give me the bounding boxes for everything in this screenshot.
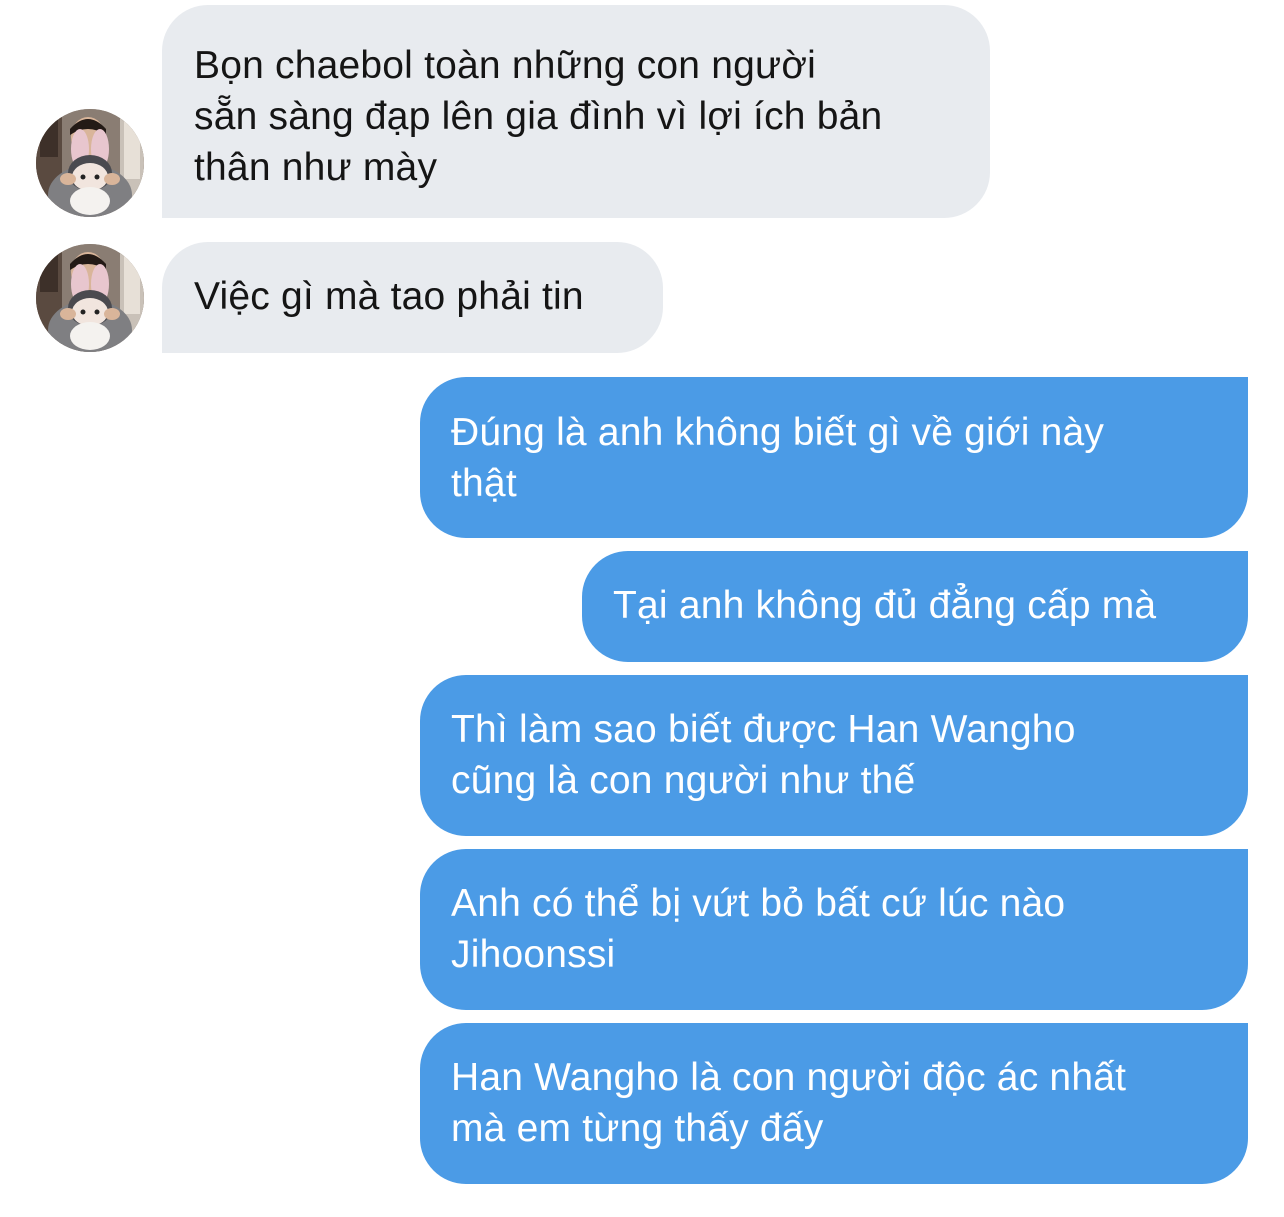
- message-text-line: sẵn sàng đạp lên gia đình vì lợi ích bản: [194, 95, 883, 138]
- message-bubble-outgoing[interactable]: Anh có thể bị vứt bỏ bất cứ lúc nào Jiho…: [420, 849, 1248, 1010]
- message-text-line: Anh có thể bị vứt bỏ bất cứ lúc nào: [451, 882, 1066, 925]
- message-text-line: thân như mày: [194, 146, 438, 189]
- message-text-line: Việc gì mà tao phải tin: [194, 275, 584, 318]
- message-text-line: cũng là con người như thế: [451, 759, 916, 802]
- message-bubble-outgoing[interactable]: Tại anh không đủ đẳng cấp mà: [582, 551, 1248, 662]
- message-bubble-incoming[interactable]: Việc gì mà tao phải tin: [162, 242, 663, 353]
- message-bubble-outgoing[interactable]: Han Wangho là con người độc ác nhất mà e…: [420, 1023, 1248, 1184]
- message-bubble-outgoing[interactable]: Thì làm sao biết được Han Wangho cũng là…: [420, 675, 1248, 836]
- message-text-line: Thì làm sao biết được Han Wangho: [451, 708, 1076, 751]
- message-text-line: Han Wangho là con người độc ác nhất: [451, 1056, 1127, 1099]
- message-text-line: thật: [451, 462, 517, 505]
- avatar-photo-icon: [36, 109, 144, 217]
- message-bubble-incoming[interactable]: Bọn chaebol toàn những con người sẵn sàn…: [162, 5, 990, 218]
- message-text-line: Bọn chaebol toàn những con người: [194, 44, 816, 87]
- avatar-photo-icon: [36, 244, 144, 352]
- message-bubble-outgoing[interactable]: Đúng là anh không biết gì về giới này th…: [420, 377, 1248, 538]
- avatar-icon[interactable]: [36, 109, 144, 217]
- message-text-line: Tại anh không đủ đẳng cấp mà: [613, 584, 1157, 627]
- message-text-line: Jihoonssi: [451, 933, 616, 976]
- message-text-line: Đúng là anh không biết gì về giới này: [451, 411, 1105, 454]
- message-text-line: mà em từng thấy đấy: [451, 1107, 824, 1150]
- avatar-icon[interactable]: [36, 244, 144, 352]
